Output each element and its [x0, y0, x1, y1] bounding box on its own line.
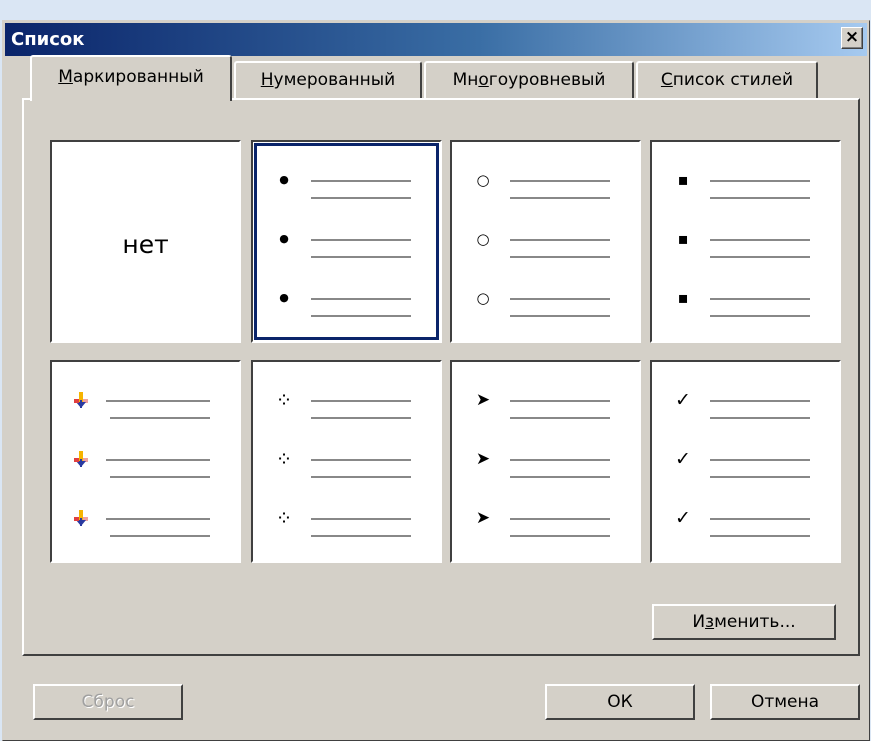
- bullet-option-diamond-dots[interactable]: ⁘ ⁘ ⁘: [251, 360, 442, 563]
- checkmark-icon: ✓: [675, 507, 691, 529]
- picture-marker-icon: [72, 450, 90, 468]
- placeholder-line: [710, 459, 810, 461]
- placeholder-line: [710, 476, 810, 478]
- tab-list-styles[interactable]: Список стилей: [636, 61, 818, 99]
- placeholder-line: [106, 400, 210, 402]
- placeholder-line: [510, 459, 610, 461]
- diamond-dots-icon: ⁘: [275, 447, 293, 471]
- placeholder-line: [106, 459, 210, 461]
- tab-numbered[interactable]: Нумерованный: [234, 61, 422, 99]
- placeholder-line: [311, 535, 411, 537]
- placeholder-line: [311, 298, 411, 300]
- title-bar: Список ×: [5, 23, 867, 56]
- placeholder-line: [510, 518, 610, 520]
- placeholder-line: [710, 180, 810, 182]
- placeholder-line: [510, 400, 610, 402]
- placeholder-line: [311, 518, 411, 520]
- bullet-option-picture-marker[interactable]: [50, 360, 241, 563]
- placeholder-line: [710, 239, 810, 241]
- placeholder-line: [510, 417, 610, 419]
- placeholder-line: [510, 315, 610, 317]
- close-icon: ×: [844, 27, 860, 47]
- placeholder-line: [110, 417, 210, 419]
- placeholder-line: [710, 197, 810, 199]
- placeholder-line: [311, 256, 411, 258]
- placeholder-line: [106, 518, 210, 520]
- close-button[interactable]: ×: [841, 27, 863, 49]
- placeholder-line: [510, 180, 610, 182]
- square-icon: ▪: [677, 170, 689, 189]
- placeholder-line: [710, 256, 810, 258]
- placeholder-line: [510, 197, 610, 199]
- bullet-option-checkmark[interactable]: ✓ ✓ ✓: [650, 360, 841, 563]
- arrowhead-icon: ➤: [475, 508, 491, 528]
- picture-marker-icon: [72, 509, 90, 527]
- ok-button[interactable]: ОК: [545, 684, 695, 720]
- placeholder-line: [510, 239, 610, 241]
- placeholder-line: [311, 315, 411, 317]
- diamond-dots-icon: ⁘: [275, 388, 293, 412]
- cancel-button[interactable]: Отмена: [710, 684, 860, 720]
- diamond-dots-icon: ⁘: [275, 506, 293, 530]
- placeholder-line: [311, 476, 411, 478]
- tab-outline-numbered[interactable]: Многоуровневый: [424, 61, 634, 99]
- hollow-circle-icon: ○: [476, 171, 490, 189]
- reset-button[interactable]: Сброс: [33, 684, 183, 720]
- placeholder-line: [710, 400, 810, 402]
- placeholder-line: [311, 459, 411, 461]
- arrowhead-icon: ➤: [475, 390, 491, 410]
- hollow-circle-icon: ○: [476, 230, 490, 248]
- bullet-option-filled-circle[interactable]: ● ● ●: [251, 140, 442, 343]
- checkmark-icon: ✓: [675, 448, 691, 470]
- placeholder-line: [510, 256, 610, 258]
- arrowhead-icon: ➤: [475, 449, 491, 469]
- filled-circle-icon: ●: [279, 173, 289, 186]
- square-icon: ▪: [677, 229, 689, 248]
- placeholder-line: [311, 400, 411, 402]
- placeholder-line: [311, 197, 411, 199]
- filled-circle-icon: ●: [279, 291, 289, 304]
- placeholder-line: [710, 298, 810, 300]
- placeholder-line: [110, 476, 210, 478]
- placeholder-line: [510, 298, 610, 300]
- filled-circle-icon: ●: [279, 232, 289, 245]
- bullet-option-arrowhead[interactable]: ➤ ➤ ➤: [450, 360, 641, 563]
- no-bullet-label: нет: [122, 230, 169, 259]
- placeholder-line: [710, 535, 810, 537]
- checkmark-icon: ✓: [675, 389, 691, 411]
- placeholder-line: [311, 239, 411, 241]
- placeholder-line: [311, 417, 411, 419]
- tab-bulleted[interactable]: Маркированный: [30, 55, 232, 101]
- modify-button[interactable]: Изменить...: [652, 604, 836, 640]
- dialog-title: Список: [11, 29, 85, 50]
- placeholder-line: [510, 535, 610, 537]
- placeholder-line: [710, 417, 810, 419]
- placeholder-line: [710, 315, 810, 317]
- picture-marker-icon: [72, 391, 90, 409]
- bullet-option-square[interactable]: ▪ ▪ ▪: [650, 140, 841, 343]
- placeholder-line: [110, 535, 210, 537]
- bullet-option-none[interactable]: нет: [50, 140, 241, 343]
- placeholder-line: [510, 476, 610, 478]
- placeholder-line: [311, 180, 411, 182]
- bullet-option-hollow-circle[interactable]: ○ ○ ○: [450, 140, 641, 343]
- square-icon: ▪: [677, 288, 689, 307]
- hollow-circle-icon: ○: [476, 289, 490, 307]
- placeholder-line: [710, 518, 810, 520]
